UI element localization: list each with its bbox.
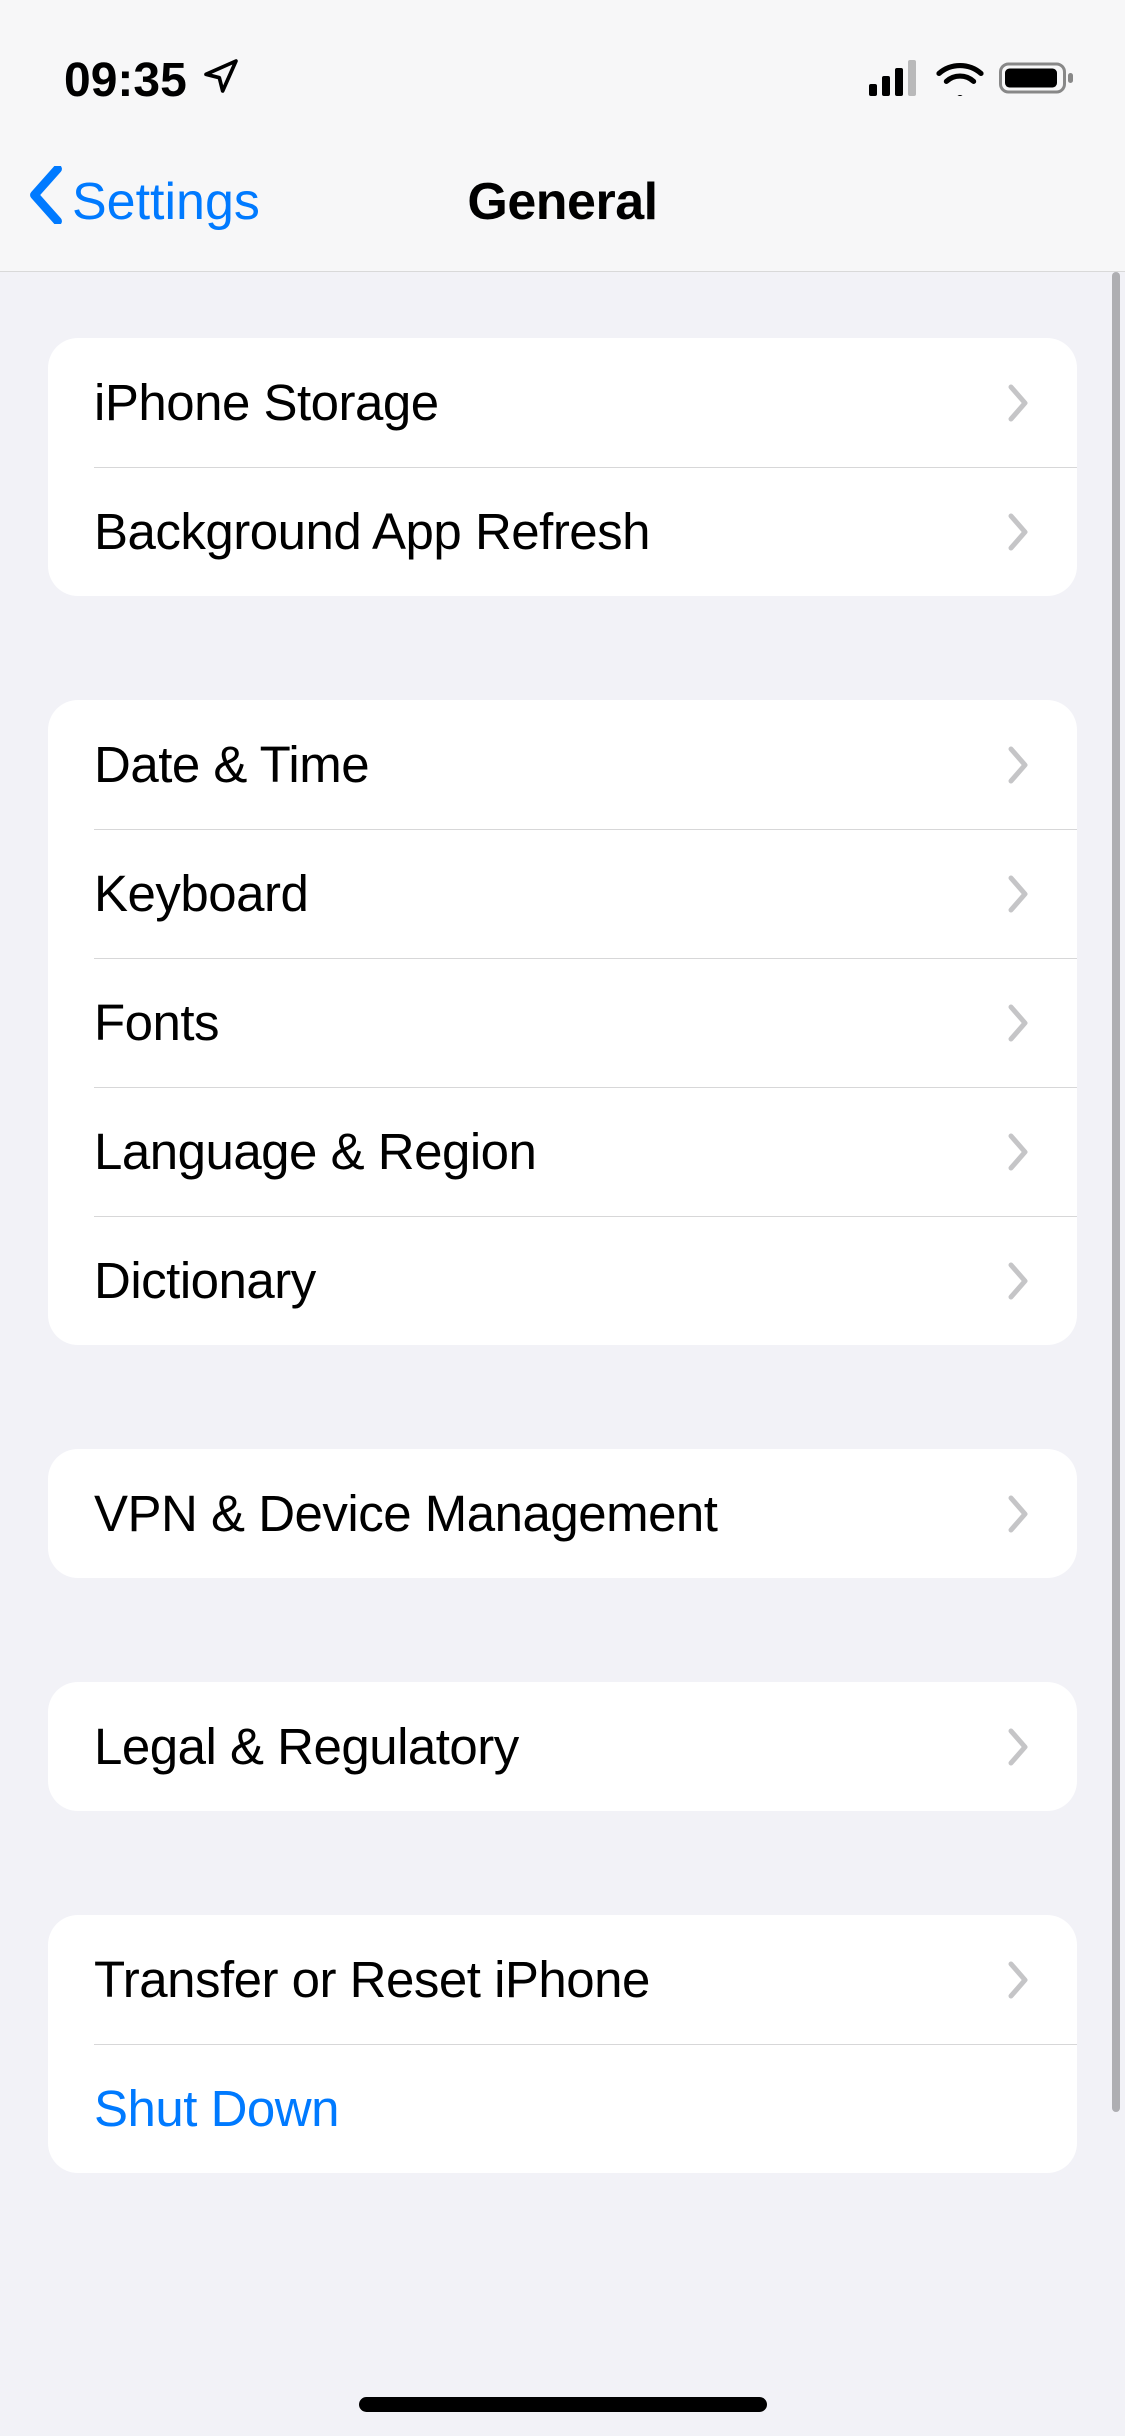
chevron-right-icon bbox=[1007, 1960, 1031, 2000]
row-label: Keyboard bbox=[94, 864, 308, 923]
status-right bbox=[869, 53, 1077, 108]
settings-group: Date & Time Keyboard Fonts Language & Re… bbox=[48, 700, 1077, 1345]
settings-group: Transfer or Reset iPhone Shut Down bbox=[48, 1915, 1077, 2173]
row-iphone-storage[interactable]: iPhone Storage bbox=[48, 338, 1077, 467]
row-fonts[interactable]: Fonts bbox=[48, 958, 1077, 1087]
battery-icon bbox=[999, 53, 1077, 108]
row-keyboard[interactable]: Keyboard bbox=[48, 829, 1077, 958]
row-label: Dictionary bbox=[94, 1251, 316, 1310]
wifi-icon bbox=[935, 53, 985, 108]
settings-group: iPhone Storage Background App Refresh bbox=[48, 338, 1077, 596]
chevron-right-icon bbox=[1007, 1261, 1031, 1301]
chevron-right-icon bbox=[1007, 1132, 1031, 1172]
page-title: General bbox=[467, 172, 657, 232]
row-legal-regulatory[interactable]: Legal & Regulatory bbox=[48, 1682, 1077, 1811]
row-label: Background App Refresh bbox=[94, 502, 650, 561]
row-label: Fonts bbox=[94, 993, 219, 1052]
chevron-right-icon bbox=[1007, 1494, 1031, 1534]
row-label: Transfer or Reset iPhone bbox=[94, 1950, 650, 2009]
chevron-left-icon bbox=[26, 166, 66, 237]
status-left: 09:35 bbox=[64, 53, 241, 108]
row-date-time[interactable]: Date & Time bbox=[48, 700, 1077, 829]
scrollbar[interactable] bbox=[1112, 272, 1120, 2112]
row-label: VPN & Device Management bbox=[94, 1484, 717, 1543]
home-indicator[interactable] bbox=[359, 2397, 767, 2412]
location-icon bbox=[201, 53, 241, 108]
cellular-signal-icon bbox=[869, 53, 921, 108]
row-label: Shut Down bbox=[94, 2079, 339, 2138]
chevron-right-icon bbox=[1007, 874, 1031, 914]
status-bar: 09:35 bbox=[0, 0, 1125, 132]
status-time: 09:35 bbox=[64, 53, 187, 108]
row-language-region[interactable]: Language & Region bbox=[48, 1087, 1077, 1216]
row-label: Language & Region bbox=[94, 1122, 536, 1181]
settings-content[interactable]: iPhone Storage Background App Refresh Da… bbox=[0, 272, 1125, 2436]
row-label: iPhone Storage bbox=[94, 373, 439, 432]
chevron-right-icon bbox=[1007, 1003, 1031, 1043]
settings-group: VPN & Device Management bbox=[48, 1449, 1077, 1578]
settings-group: Legal & Regulatory bbox=[48, 1682, 1077, 1811]
row-dictionary[interactable]: Dictionary bbox=[48, 1216, 1077, 1345]
row-label: Date & Time bbox=[94, 735, 369, 794]
row-vpn-device-management[interactable]: VPN & Device Management bbox=[48, 1449, 1077, 1578]
row-label: Legal & Regulatory bbox=[94, 1717, 519, 1776]
navigation-bar: Settings General bbox=[0, 132, 1125, 272]
chevron-right-icon bbox=[1007, 1727, 1031, 1767]
row-shut-down[interactable]: Shut Down bbox=[48, 2044, 1077, 2173]
chevron-right-icon bbox=[1007, 512, 1031, 552]
settings-general-screen: 09:35 bbox=[0, 0, 1125, 2436]
back-label: Settings bbox=[72, 172, 260, 232]
row-background-app-refresh[interactable]: Background App Refresh bbox=[48, 467, 1077, 596]
back-button[interactable]: Settings bbox=[26, 166, 260, 237]
chevron-right-icon bbox=[1007, 745, 1031, 785]
row-transfer-reset[interactable]: Transfer or Reset iPhone bbox=[48, 1915, 1077, 2044]
chevron-right-icon bbox=[1007, 383, 1031, 423]
